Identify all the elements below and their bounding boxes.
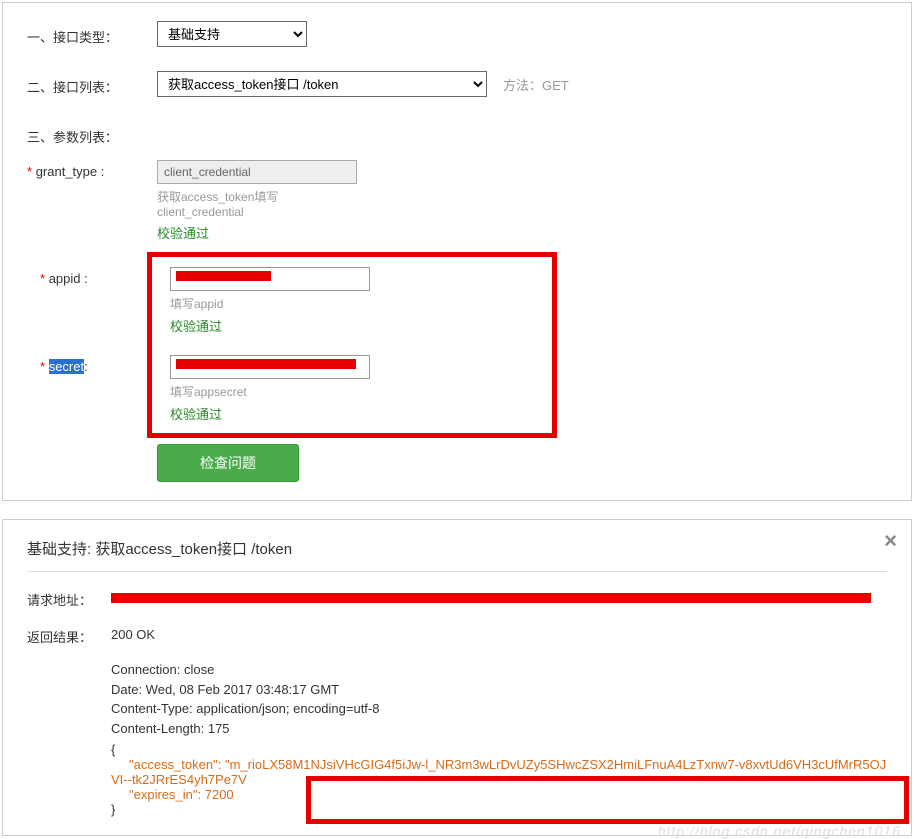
select-api-type[interactable]: 基础支持 — [157, 21, 307, 47]
check-button[interactable]: 检查问题 — [157, 444, 299, 482]
json-val-expires: 7200 — [205, 787, 234, 802]
result-title: 基础支持: 获取access_token接口 /token — [27, 538, 887, 572]
response-status: 200 OK — [111, 627, 887, 642]
help-grant-type: 获取access_token填写client_credential — [157, 188, 357, 219]
redact-secret — [176, 359, 356, 369]
help-secret: 填写appsecret — [170, 383, 370, 400]
row-params-header: 三、参数列表： — [27, 121, 887, 146]
help-appid: 填写appid — [170, 295, 370, 312]
param-appid: * appid : 填写appid 校验通过 — [40, 267, 544, 335]
api-result-panel: × 基础支持: 获取access_token接口 /token 请求地址： 返回… — [2, 519, 912, 836]
param-secret: * secret: 填写appsecret 校验通过 — [40, 355, 544, 423]
row-request-url: 请求地址： — [27, 590, 887, 609]
select-api-endpoint[interactable]: 获取access_token接口 /token — [157, 71, 487, 97]
row-api-list: 二、接口列表： 获取access_token接口 /token 方法：GET — [27, 71, 887, 97]
label-response: 返回结果： — [27, 627, 111, 646]
json-key-access-token: "access_token": — [129, 757, 221, 772]
label-grant-type: * grant_type : — [27, 160, 157, 179]
header-content-length: Content-Length: 175 — [111, 719, 887, 739]
json-key-expires: "expires_in": — [129, 787, 201, 802]
highlight-credentials: * appid : 填写appid 校验通过 * secret: — [147, 252, 557, 438]
method-label: 方法：GET — [503, 75, 569, 94]
label-api-list: 二、接口列表： — [27, 71, 157, 96]
json-val-access-token: "m_rioLX58M1NJsiVHcGIG4f5iJw-l_NR3m3wLrD… — [111, 757, 886, 787]
row-response: 返回结果： 200 OK Connection: close Date: Wed… — [27, 627, 887, 817]
header-content-type: Content-Type: application/json; encoding… — [111, 699, 887, 719]
json-brace-open: { — [111, 742, 887, 757]
valid-grant-type: 校验通过 — [157, 223, 357, 242]
json-brace-close: } — [111, 802, 887, 817]
valid-appid: 校验通过 — [170, 316, 370, 335]
input-grant-type[interactable] — [157, 160, 357, 184]
request-url-value — [111, 590, 887, 604]
label-params: 三、参数列表： — [27, 121, 157, 146]
header-date: Date: Wed, 08 Feb 2017 03:48:17 GMT — [111, 680, 887, 700]
redact-url — [111, 593, 871, 603]
watermark-text: http://blog.csdn.net/qingchen1016 — [658, 823, 901, 839]
redact-appid — [176, 271, 271, 281]
header-connection: Connection: close — [111, 660, 887, 680]
label-appid: * appid : — [40, 267, 170, 286]
label-api-type: 一、接口类型： — [27, 21, 157, 46]
close-icon[interactable]: × — [884, 528, 897, 554]
api-test-form-panel: 一、接口类型： 基础支持 二、接口列表： 获取access_token接口 /t… — [2, 2, 912, 501]
valid-secret: 校验通过 — [170, 404, 370, 423]
response-headers: Connection: close Date: Wed, 08 Feb 2017… — [111, 660, 887, 738]
response-json: { "access_token": "m_rioLX58M1NJsiVHcGIG… — [111, 742, 887, 817]
response-body: 200 OK Connection: close Date: Wed, 08 F… — [111, 627, 887, 817]
row-api-type: 一、接口类型： 基础支持 — [27, 21, 887, 47]
param-grant-type: * grant_type : 获取access_token填写client_cr… — [27, 160, 887, 242]
label-request-url: 请求地址： — [27, 590, 111, 609]
label-secret: * secret: — [40, 355, 170, 374]
